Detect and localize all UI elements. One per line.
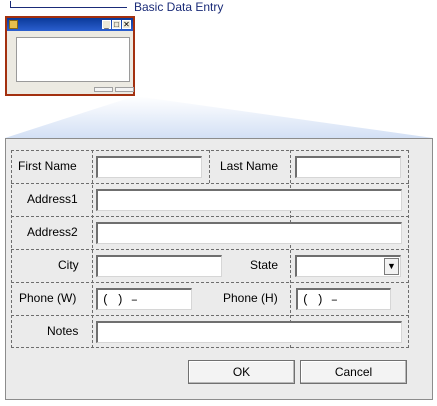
maximize-icon[interactable]: □ xyxy=(112,20,121,29)
last-name-field[interactable] xyxy=(295,156,401,178)
address2-field[interactable] xyxy=(96,222,402,244)
grid-row-line xyxy=(11,282,409,283)
thumbnail-ok-button xyxy=(94,87,113,92)
first-name-label: First Name xyxy=(18,159,77,173)
state-dropdown[interactable]: ▼ xyxy=(295,255,401,277)
state-label: State xyxy=(250,258,279,272)
callout-line xyxy=(10,1,127,8)
grid-column-line xyxy=(92,150,93,348)
thumbnail-client-area xyxy=(16,37,130,82)
grid-row-line xyxy=(11,216,409,217)
address2-label: Address2 xyxy=(27,225,78,239)
callout-label: Basic Data Entry xyxy=(134,0,224,14)
grid-row-line xyxy=(11,315,409,316)
notes-label: Notes xyxy=(47,324,79,338)
phone-home-label: Phone (H) xyxy=(223,291,278,305)
app-icon xyxy=(9,20,18,29)
close-icon[interactable]: ✕ xyxy=(122,20,131,29)
grid-column-line xyxy=(290,150,291,348)
dropdown-arrow-icon[interactable]: ▼ xyxy=(384,258,399,275)
address1-label: Address1 xyxy=(27,192,78,206)
cancel-button[interactable]: Cancel xyxy=(300,360,407,384)
notes-field[interactable] xyxy=(96,321,402,343)
last-name-label: Last Name xyxy=(220,159,279,173)
phone-work-label: Phone (W) xyxy=(19,291,77,305)
city-field[interactable] xyxy=(96,255,222,277)
thumbnail-window: _ □ ✕ xyxy=(5,16,135,96)
thumbnail-titlebar: _ □ ✕ xyxy=(7,18,133,31)
address1-field[interactable] xyxy=(96,189,402,211)
city-label: City xyxy=(58,258,79,272)
grid-column-line xyxy=(209,150,210,183)
first-name-field[interactable] xyxy=(96,156,202,178)
ok-button[interactable]: OK xyxy=(188,360,295,384)
minimize-icon[interactable]: _ xyxy=(102,20,111,29)
grid-row-line xyxy=(11,183,409,184)
phone-work-field[interactable]: ( ) – xyxy=(96,288,192,310)
phone-home-field[interactable]: ( ) – xyxy=(296,288,391,310)
thumbnail-cancel-button xyxy=(115,87,134,92)
grid-row-line xyxy=(11,249,409,250)
